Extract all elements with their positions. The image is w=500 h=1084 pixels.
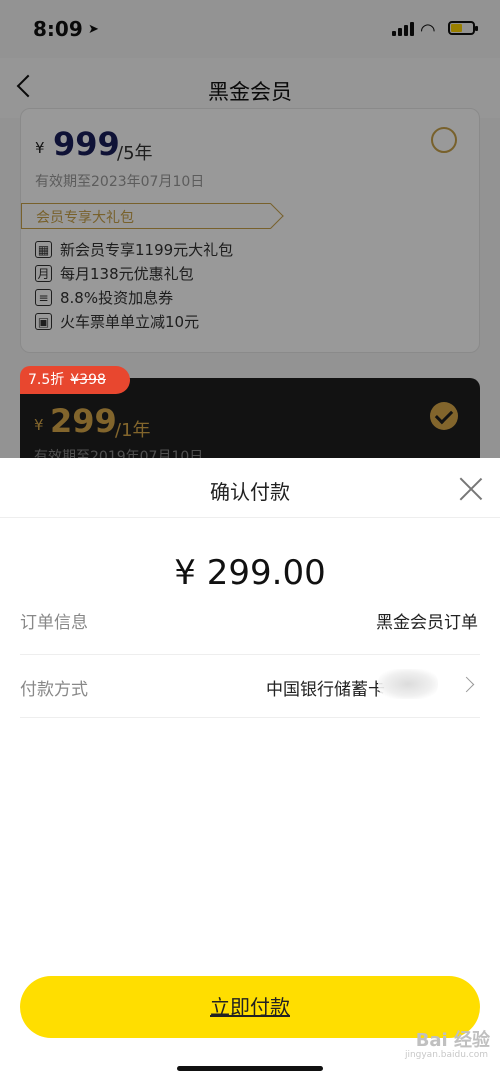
sheet-header: 确认付款 xyxy=(0,458,500,518)
card-number-blur xyxy=(378,669,438,699)
sheet-title: 确认付款 xyxy=(210,480,290,504)
original-price: ¥398 xyxy=(70,372,106,388)
background-page: 8:09 ➤ ◠ 黑金会员 ¥ 999 /5年 有效期至2023年07月10日 … xyxy=(0,0,500,458)
watermark-url: jingyan.baidu.com xyxy=(404,1050,488,1060)
order-info-row: 订单信息 黑金会员订单 xyxy=(20,588,480,652)
chevron-right-icon[interactable] xyxy=(458,676,475,693)
home-indicator[interactable] xyxy=(177,1066,323,1071)
payment-method-row[interactable]: 付款方式 中国银行储蓄卡 xyxy=(20,654,480,718)
watermark: Bai 经验 xyxy=(415,1030,490,1051)
payment-amount: ¥ 299.00 xyxy=(174,553,326,593)
pay-now-button[interactable]: 立即付款 xyxy=(20,976,480,1038)
payment-method-value: 中国银行储蓄卡 xyxy=(266,680,385,700)
discount-badge: 7.5折 ¥398 xyxy=(20,366,130,394)
payment-method-label: 付款方式 xyxy=(20,680,88,700)
order-info-value: 黑金会员订单 xyxy=(376,613,478,633)
pay-now-label: 立即付款 xyxy=(210,995,290,1019)
discount-label: 7.5折 xyxy=(28,372,65,388)
payment-sheet: 确认付款 ¥ 299.00 订单信息 黑金会员订单 付款方式 中国银行储蓄卡 立… xyxy=(0,458,500,1084)
close-icon[interactable] xyxy=(458,476,484,502)
order-info-label: 订单信息 xyxy=(20,613,88,633)
